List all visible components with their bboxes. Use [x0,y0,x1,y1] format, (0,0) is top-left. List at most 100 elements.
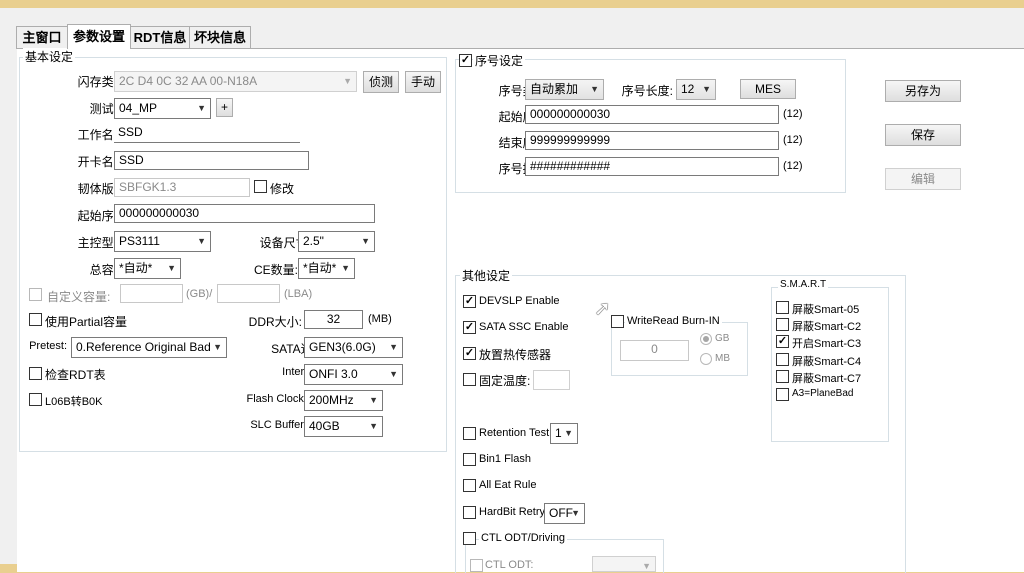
gb-unit-label: (GB)/ [186,288,213,300]
ctl-odt-driving-checkbox[interactable] [463,532,476,545]
chevron-down-icon: ▼ [571,508,580,518]
retention-test-checkbox[interactable] [463,427,476,440]
fixed-temp-checkbox[interactable] [463,373,476,386]
tab-main[interactable]: 主窗口 [16,26,68,48]
total-capacity-select[interactable]: *自动* ▼ [114,258,181,279]
smart-c2-checkbox[interactable] [776,318,789,331]
custom-capacity-checkbox[interactable] [29,288,42,301]
pretest-label: Pretest: [29,340,67,352]
writeread-burnin-value-field[interactable]: 0 [620,340,689,361]
serial-start-field[interactable]: 000000000030 [525,105,779,124]
mes-button[interactable]: MES [740,79,796,99]
modify-label: 修改 [270,182,295,196]
firmware-version-field[interactable]: SBFGK1.3 [114,178,250,197]
slc-buffer-select[interactable]: 40GB ▼ [304,416,383,437]
serial-start-count: (12) [783,108,803,120]
card-name-field[interactable]: SSD [114,151,309,170]
thermal-sensor-checkbox[interactable]: ✓ [463,347,476,360]
save-button[interactable]: 保存 [885,124,961,146]
serial-type-select[interactable]: 自动累加 ▼ [525,79,604,100]
tab-bad-block-info[interactable]: 坏块信息 [189,26,251,48]
detect-button[interactable]: 侦测 [363,71,399,93]
manual-button[interactable]: 手动 [405,71,441,93]
chevron-down-icon: ▼ [642,561,651,571]
sata-speed-select[interactable]: GEN3(6.0G) ▼ [304,337,403,358]
ddr-size-label: DDR大小: [248,315,302,329]
chevron-down-icon: ▼ [369,421,378,431]
smart-c3-label: 开启Smart-C3 [792,338,862,350]
retention-test-select[interactable]: 1 ▼ [550,423,578,444]
devslp-label: DEVSLP Enable [479,295,560,307]
chevron-down-icon: ▼ [343,76,352,86]
writeread-burnin-checkbox[interactable] [611,315,624,328]
start-serial-field[interactable]: 000000000030 [114,204,375,223]
l06b-b0k-checkbox[interactable] [29,393,42,406]
smart-c7-label: 屏蔽Smart-C7 [792,373,862,385]
add-test-station-button[interactable]: + [216,98,233,117]
lba-unit-label: (LBA) [284,288,313,300]
serial-settings-checkbox[interactable]: ✓ [459,54,472,67]
chevron-down-icon: ▼ [213,342,222,352]
hardbit-retry-select[interactable]: OFF ▼ [544,503,585,524]
fixed-temp-field[interactable] [533,370,570,390]
devslp-checkbox[interactable]: ✓ [463,295,476,308]
smart-c3-checkbox[interactable]: ✓ [776,335,789,348]
ctl-odt-checkbox[interactable] [470,559,483,572]
serial-mask-count: (12) [783,160,803,172]
bin1-flash-label: Bin1 Flash [479,453,531,465]
edit-button[interactable]: 编辑 [885,168,961,190]
ce-count-select[interactable]: *自动* ▼ [298,258,355,279]
check-rdt-checkbox[interactable] [29,367,42,380]
ctl-odt-select[interactable]: ▼ [592,556,656,572]
serial-length-select[interactable]: 12 ▼ [676,79,716,100]
smart-05-label: 屏蔽Smart-05 [792,304,860,316]
chevron-down-icon: ▼ [197,103,206,113]
sata-ssc-checkbox[interactable]: ✓ [463,321,476,334]
partial-capacity-label: 使用Partial容量 [45,315,128,329]
modify-checkbox[interactable] [254,180,267,193]
gb-radio[interactable] [700,333,712,345]
flash-clock-label: Flash Clock: [246,393,307,405]
check-rdt-label: 检查RDT表 [45,368,106,382]
chevron-down-icon: ▼ [369,395,378,405]
smart-c2-label: 屏蔽Smart-C2 [792,321,862,333]
interface-select[interactable]: ONFI 3.0 ▼ [304,364,403,385]
hardbit-retry-label: HardBit Retry [479,506,546,518]
custom-capacity-lba-field[interactable] [217,284,280,303]
mb-unit-label: (MB) [368,313,392,325]
controller-model-select[interactable]: PS3111 ▼ [114,231,211,252]
save-as-button[interactable]: 另存为 [885,80,961,102]
test-station-select[interactable]: 04_MP ▼ [114,98,211,119]
pretest-select[interactable]: 0.Reference Original Bad ▼ [71,337,227,358]
hardbit-retry-checkbox[interactable] [463,506,476,519]
chevron-down-icon: ▼ [590,84,599,94]
a3-planebad-checkbox[interactable] [776,388,789,401]
flash-type-select[interactable]: 2C D4 0C 32 AA 00-N18A ▼ [114,71,357,92]
partial-capacity-checkbox[interactable] [29,313,42,326]
tab-parameters[interactable]: 参数设置 [67,24,131,49]
device-size-select[interactable]: 2.5" ▼ [298,231,375,252]
smart-c4-checkbox[interactable] [776,353,789,366]
all-eat-rule-checkbox[interactable] [463,479,476,492]
mb-radio[interactable] [700,353,712,365]
flash-clock-select[interactable]: 200MHz ▼ [304,390,383,411]
tab-rdt-info[interactable]: RDT信息 [130,26,190,48]
smart-c7-checkbox[interactable] [776,370,789,383]
serial-end-field[interactable]: 999999999999 [525,131,779,150]
smart-05-checkbox[interactable] [776,301,789,314]
chevron-down-icon: ▼ [197,236,206,246]
ddr-size-field[interactable]: 32 [304,310,363,329]
all-eat-rule-label: All Eat Rule [479,479,537,491]
bin1-flash-checkbox[interactable] [463,453,476,466]
ctl-odt-label: CTL ODT: [485,559,534,571]
serial-mask-field[interactable]: ############ [525,157,779,176]
writeread-burnin-label: WriteRead Burn-IN [625,315,722,327]
app-window: 主窗口 参数设置 RDT信息 坏块信息 基本设定 闪存类型: 2C D4 0C … [0,8,1024,573]
serial-end-count: (12) [783,134,803,146]
work-name-field[interactable]: SSD [114,124,300,143]
custom-capacity-gb-field[interactable] [120,284,183,303]
gb-radio-label: GB [715,333,730,344]
custom-capacity-label: 自定义容量: [47,290,111,304]
smart-title: S.M.A.R.T [778,279,829,290]
chevron-down-icon: ▼ [341,263,350,273]
